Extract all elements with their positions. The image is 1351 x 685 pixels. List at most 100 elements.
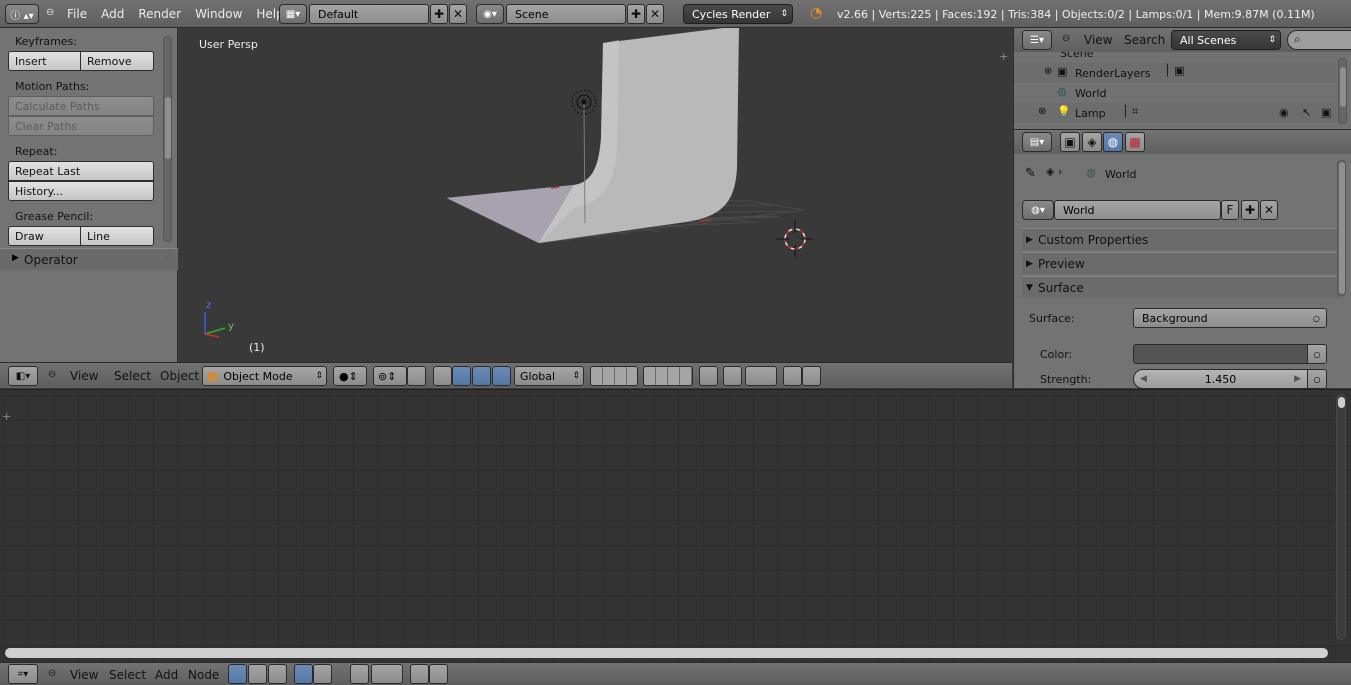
paste-nodes-button[interactable] bbox=[429, 664, 448, 684]
calculate-paths-button[interactable]: Calculate Paths bbox=[8, 96, 154, 116]
color-socket-button[interactable]: ○ bbox=[1307, 344, 1327, 364]
scene-browse-button[interactable]: ◉▾ bbox=[476, 4, 504, 24]
editor-type-selector[interactable]: ⌗▾ bbox=[8, 664, 38, 684]
outliner-row-lamp[interactable]: ⊕ 💡 Lamp │ ⌗ ◉ ↖ ▣ bbox=[1014, 103, 1336, 123]
expand-icon[interactable]: ⊕ bbox=[1044, 66, 1052, 77]
world-browse-button[interactable]: ◍▾ bbox=[1022, 200, 1054, 220]
search-input[interactable]: ⌕ bbox=[1287, 30, 1351, 50]
viewport-shading-select[interactable]: ●⇕ bbox=[333, 366, 367, 386]
outliner-row-renderlayers[interactable]: ⊕ ▣ RenderLayers │ ▣ bbox=[1014, 63, 1336, 83]
menu-add[interactable]: Add bbox=[155, 668, 178, 682]
editor-type-selector[interactable]: ◧▾ bbox=[8, 366, 38, 386]
strength-slider[interactable]: ◀ 1.450 ▶ bbox=[1133, 369, 1308, 389]
strength-socket-button[interactable]: ○ bbox=[1307, 369, 1327, 389]
collapse-menu-icon[interactable]: ⊖ bbox=[46, 7, 54, 18]
grease-line-button[interactable]: Line bbox=[80, 226, 154, 246]
tab-render[interactable]: ▣ bbox=[1060, 132, 1080, 152]
clear-paths-button[interactable]: Clear Paths bbox=[8, 116, 154, 136]
unlink-world-button[interactable]: ✕ bbox=[1260, 200, 1278, 220]
node-vertical-scroll-thumb[interactable] bbox=[1338, 397, 1345, 408]
menu-render[interactable]: Render bbox=[131, 0, 188, 28]
panel-custom-properties[interactable]: ▶ Custom Properties bbox=[1022, 228, 1342, 250]
menu-select[interactable]: Select bbox=[109, 668, 146, 682]
object-shader-button[interactable] bbox=[294, 664, 313, 684]
menu-window[interactable]: Window bbox=[188, 0, 249, 28]
editor-type-selector[interactable]: ▤▾ bbox=[1022, 132, 1052, 152]
tab-world[interactable]: ◍ bbox=[1103, 132, 1123, 152]
layout-browse-button[interactable]: ▦▾ bbox=[279, 4, 307, 24]
move-manipulator-button[interactable] bbox=[452, 366, 471, 386]
menu-search[interactable]: Search bbox=[1124, 33, 1165, 47]
menu-view[interactable]: View bbox=[70, 668, 98, 682]
menu-add[interactable]: Add bbox=[94, 0, 131, 28]
compositing-nodes-button[interactable] bbox=[268, 664, 287, 684]
pin-icon[interactable]: ✎ bbox=[1025, 166, 1036, 181]
properties-scrollbar[interactable] bbox=[1337, 160, 1346, 296]
layer-buttons-group-1[interactable] bbox=[590, 366, 638, 386]
world-shader-button[interactable] bbox=[313, 664, 332, 684]
world-name-field[interactable]: World bbox=[1054, 200, 1221, 220]
render-opengl-button[interactable] bbox=[783, 366, 802, 386]
node-horizontal-scrollbar[interactable] bbox=[5, 648, 1328, 658]
editor-type-selector[interactable]: ⓘ ▴▾ bbox=[5, 4, 39, 24]
tab-texture[interactable]: ▩ bbox=[1125, 132, 1145, 152]
menu-select[interactable]: Select bbox=[114, 369, 151, 383]
lock-layers-button[interactable] bbox=[699, 366, 718, 386]
copy-nodes-button[interactable] bbox=[410, 664, 429, 684]
panel-preview[interactable]: ▶ Preview bbox=[1022, 252, 1342, 274]
snap-element-select[interactable] bbox=[371, 664, 403, 684]
rotate-manipulator-button[interactable] bbox=[472, 366, 491, 386]
drag-handle-icon[interactable]: ⋰ bbox=[162, 252, 172, 263]
transform-orientation-select[interactable]: Global ⇕ bbox=[514, 366, 584, 386]
outliner-scroll-thumb[interactable] bbox=[1340, 67, 1346, 107]
renderable-camera-icon[interactable]: ▣ bbox=[1321, 106, 1331, 119]
proportional-edit-button[interactable] bbox=[723, 366, 742, 386]
operator-panel-header[interactable]: ▶ Operator ⋰ bbox=[0, 248, 178, 270]
display-mode-select[interactable]: All Scenes ⇕ bbox=[1171, 30, 1281, 50]
3d-cursor[interactable] bbox=[777, 221, 813, 258]
properties-scroll-thumb[interactable] bbox=[1339, 162, 1345, 294]
visibility-eye-icon[interactable]: ◉ bbox=[1279, 106, 1289, 119]
render-animation-button[interactable] bbox=[802, 366, 821, 386]
menu-object[interactable]: Object bbox=[160, 369, 199, 383]
menu-file[interactable]: File bbox=[60, 0, 94, 28]
snap-select[interactable] bbox=[745, 366, 777, 386]
scale-manipulator-button[interactable] bbox=[492, 366, 511, 386]
snap-toggle-button[interactable] bbox=[350, 664, 369, 684]
menu-node[interactable]: Node bbox=[188, 668, 219, 682]
remove-keyframe-button[interactable]: Remove bbox=[80, 51, 154, 71]
grease-draw-button[interactable]: Draw bbox=[8, 226, 81, 246]
render-engine-select[interactable]: Cycles Render ⇕ bbox=[683, 4, 793, 24]
fake-user-button[interactable]: F bbox=[1221, 200, 1239, 220]
delete-scene-button[interactable]: ✕ bbox=[646, 4, 664, 24]
menu-view[interactable]: View bbox=[70, 369, 98, 383]
new-world-button[interactable]: ✚ bbox=[1241, 200, 1259, 220]
collapse-menu-icon[interactable]: ⊖ bbox=[1062, 33, 1070, 44]
expand-icon[interactable]: ⊕ bbox=[1038, 106, 1046, 117]
shader-nodes-button[interactable] bbox=[228, 664, 247, 684]
layout-name-field[interactable]: Default bbox=[309, 4, 429, 24]
panel-surface[interactable]: ▼ Surface bbox=[1022, 276, 1342, 298]
outliner-row-scene[interactable]: Scene bbox=[1014, 52, 1336, 61]
increment-arrow-icon[interactable]: ▶ bbox=[1294, 374, 1301, 384]
outliner-row-world[interactable]: ◍ World bbox=[1014, 83, 1336, 103]
surface-shader-select[interactable]: Background ○ bbox=[1133, 308, 1327, 328]
node-editor-canvas[interactable]: + + bbox=[0, 389, 1351, 662]
toolshelf-scroll-thumb[interactable] bbox=[165, 97, 171, 159]
toolshelf-toggle-icon[interactable]: + bbox=[2, 410, 11, 423]
collapse-menu-icon[interactable]: ⊖ bbox=[48, 668, 56, 679]
texture-nodes-button[interactable] bbox=[248, 664, 267, 684]
decrement-arrow-icon[interactable]: ◀ bbox=[1140, 374, 1147, 384]
tab-scene[interactable]: ◈ bbox=[1082, 132, 1102, 152]
collapse-menu-icon[interactable]: ⊖ bbox=[48, 369, 56, 380]
selectable-cursor-icon[interactable]: ↖ bbox=[1302, 106, 1311, 119]
interaction-mode-select[interactable]: ■ Object Mode ⇕ bbox=[202, 366, 327, 386]
translate-manipulator-button[interactable] bbox=[433, 366, 452, 386]
color-swatch[interactable] bbox=[1133, 344, 1308, 364]
scene-name-field[interactable]: Scene bbox=[506, 4, 626, 24]
layer-buttons-group-2[interactable] bbox=[643, 366, 693, 386]
editor-type-selector[interactable]: ☰▾ bbox=[1022, 30, 1052, 50]
delete-layout-button[interactable]: ✕ bbox=[449, 4, 467, 24]
add-scene-button[interactable]: ✚ bbox=[627, 4, 645, 24]
add-layout-button[interactable]: ✚ bbox=[430, 4, 448, 24]
